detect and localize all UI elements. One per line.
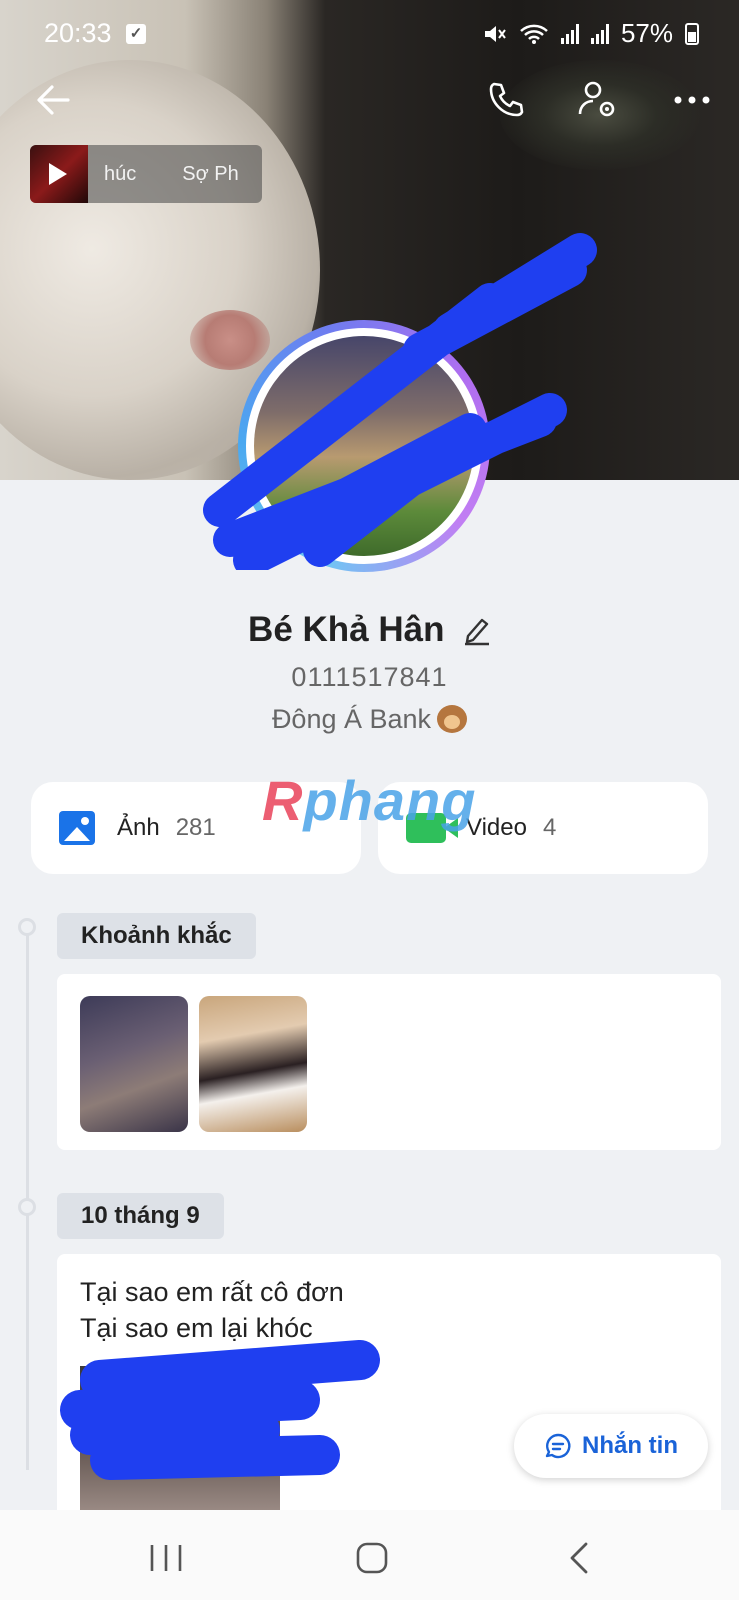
moments-tag: Khoảnh khắc (57, 913, 256, 959)
profile-bank: Đông Á Bank (0, 704, 739, 735)
edit-icon[interactable] (463, 614, 491, 646)
more-icon[interactable] (670, 78, 714, 122)
battery-icon (685, 22, 699, 45)
signal-icon-2 (590, 23, 609, 44)
post-image[interactable] (80, 1366, 280, 1516)
profile-name-row: Bé Khả Hân (0, 610, 739, 650)
post-text: Tại sao em rất cô đơn Tại sao em lại khó… (80, 1277, 344, 1343)
play-icon[interactable] (49, 163, 67, 185)
moment-thumbnail[interactable] (199, 996, 307, 1132)
timeline-dot (18, 918, 36, 936)
avatar-photo (254, 336, 474, 556)
photo-icon (59, 811, 95, 845)
music-thumbnail (30, 145, 88, 203)
date-tag: 10 tháng 9 (57, 1193, 224, 1239)
profile-name: Bé Khả Hân (248, 610, 445, 649)
moments-card (57, 974, 721, 1150)
monkey-emoji-icon (437, 705, 468, 733)
avatar[interactable] (238, 320, 490, 572)
home-icon[interactable] (352, 1540, 392, 1576)
moment-thumbnail[interactable] (80, 996, 188, 1132)
nav-back-icon[interactable] (560, 1540, 600, 1576)
system-nav-bar (0, 1510, 739, 1600)
profile-settings-icon[interactable] (576, 78, 620, 122)
message-button-label: Nhắn tin (582, 1432, 678, 1459)
message-button[interactable]: Nhắn tin (514, 1414, 708, 1478)
status-indicators: 57% (483, 18, 699, 49)
wifi-icon (520, 24, 548, 44)
timeline-dot (18, 1198, 36, 1216)
back-icon[interactable] (32, 78, 76, 122)
recent-apps-icon[interactable] (146, 1540, 186, 1576)
photos-count: 281 (175, 814, 216, 841)
battery-percent: 57% (620, 18, 673, 48)
photos-label: Ảnh (117, 814, 160, 841)
status-bar: 20:33 ✓ 57% (0, 0, 739, 62)
chat-icon (545, 1433, 571, 1459)
music-title: húc Sợ Ph (104, 162, 239, 185)
status-time: 20:33 (44, 18, 112, 48)
profile-phone: 0111517841 (291, 662, 448, 692)
mute-icon (484, 25, 506, 42)
checkbox-notification-icon: ✓ (126, 24, 146, 44)
cover-cat-nose (190, 310, 270, 370)
watermark-logo: Rphang (262, 769, 477, 832)
videos-count: 4 (542, 814, 557, 841)
phone-icon[interactable] (484, 78, 528, 122)
profile-music-chip[interactable]: húc Sợ Ph (30, 145, 262, 203)
signal-icon (560, 23, 579, 44)
